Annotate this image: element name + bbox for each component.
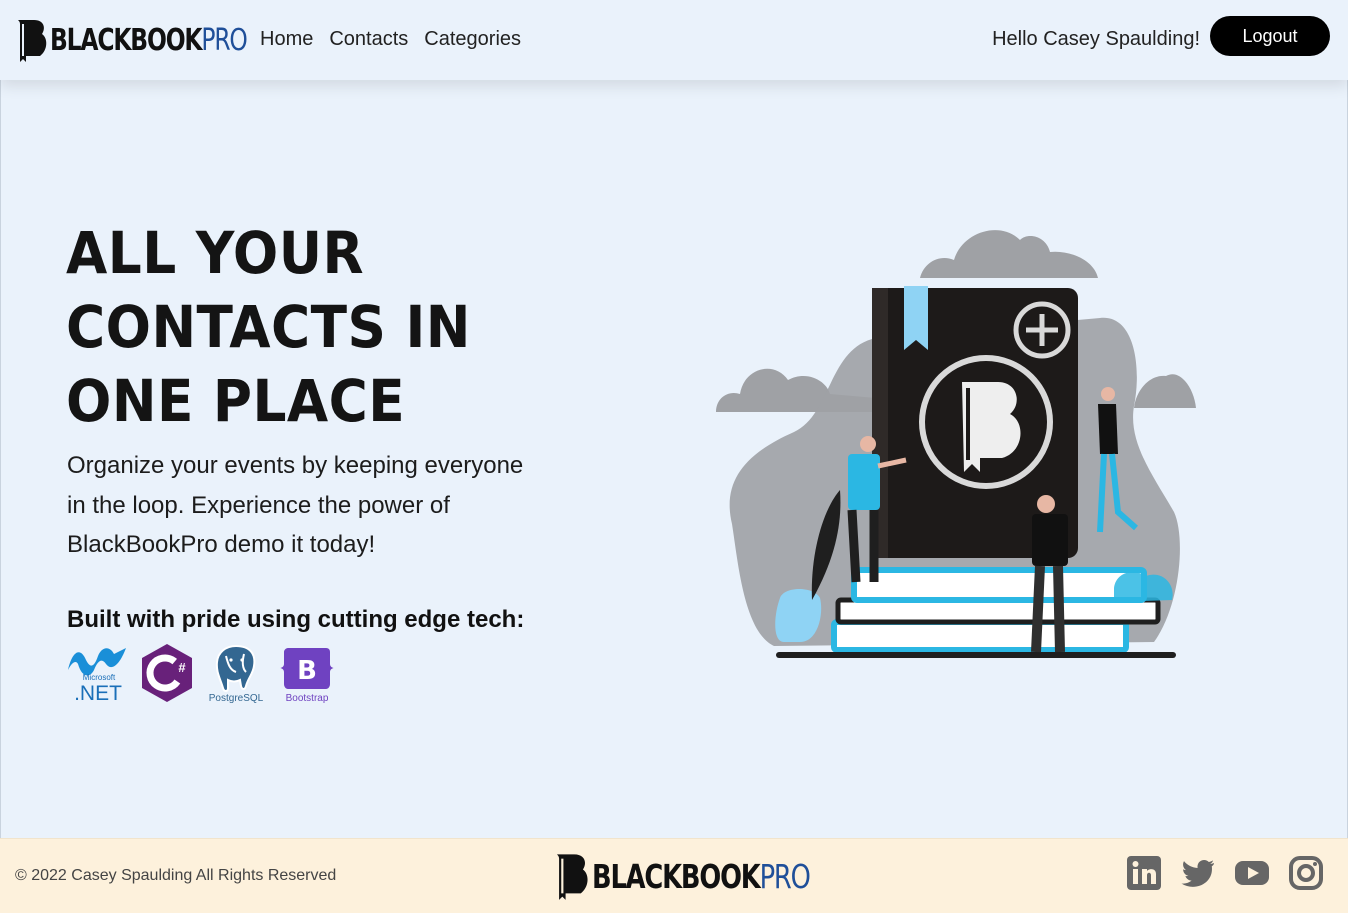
nav-home-link[interactable]: Home xyxy=(252,26,321,53)
hero-subtitle: Organize your events by keeping everyone… xyxy=(67,452,524,558)
copyright-text: © 2022 Casey Spaulding All Rights Reserv… xyxy=(15,867,337,884)
svg-text:#: # xyxy=(178,660,186,675)
hero-title-line: CONTACTS IN xyxy=(66,293,471,361)
social-links xyxy=(1126,855,1324,891)
brand-wordmark: BLACKBOOKPRO xyxy=(592,856,811,896)
nav-categories-link[interactable]: Categories xyxy=(416,26,529,53)
book-logo-icon xyxy=(18,20,47,62)
cloud-shape xyxy=(1134,374,1196,408)
person-figure xyxy=(848,454,880,510)
csharp-logo-icon: # xyxy=(142,644,192,702)
person-figure xyxy=(1032,514,1068,566)
user-greeting: Hello Casey Spaulding! xyxy=(992,28,1200,50)
book-shape xyxy=(831,619,1129,653)
footer-brand-logo[interactable]: BLACKBOOKPRO xyxy=(552,851,871,901)
hero-title-line: ALL YOUR xyxy=(66,219,365,287)
svg-text:PostgreSQL: PostgreSQL xyxy=(209,693,264,704)
bootstrap-logo-icon: B Bootstrap xyxy=(280,648,334,704)
youtube-icon[interactable] xyxy=(1234,855,1270,891)
svg-text:Microsoft: Microsoft xyxy=(83,673,116,682)
book-logo-icon xyxy=(556,854,588,900)
svg-text:.NET: .NET xyxy=(74,682,122,704)
instagram-icon[interactable] xyxy=(1288,855,1324,891)
logout-button[interactable]: Logout xyxy=(1210,16,1330,56)
twitter-icon[interactable] xyxy=(1180,855,1216,891)
ground-line xyxy=(776,652,1176,658)
linkedin-icon[interactable] xyxy=(1126,855,1162,891)
svg-text:Bootstrap: Bootstrap xyxy=(286,693,329,704)
dotnet-logo-icon: Microsoft .NET xyxy=(68,648,126,704)
tech-heading: Built with pride using cutting edge tech… xyxy=(67,606,525,633)
book-shape xyxy=(851,567,1147,603)
book-shape xyxy=(835,597,1161,625)
hero-title-line: ONE PLACE xyxy=(66,367,406,435)
svg-text:B: B xyxy=(297,656,317,686)
person-figure xyxy=(1098,404,1118,454)
postgresql-logo-icon: PostgreSQL xyxy=(209,644,264,704)
tech-logos: Microsoft .NET # PostgreSQL B Bootstrap xyxy=(66,642,338,704)
nav-links: Home Contacts Categories xyxy=(252,26,529,53)
brand-wordmark: BLACKBOOKPRO xyxy=(50,22,248,58)
hero-title: ALL YOUR CONTACTS IN ONE PLACE xyxy=(66,216,544,438)
navbar: BLACKBOOKPRO Home Contacts Categories He… xyxy=(0,0,1348,80)
cloud-shape xyxy=(920,230,1098,278)
footer: © 2022 Casey Spaulding All Rights Reserv… xyxy=(0,838,1348,913)
nav-contacts-link[interactable]: Contacts xyxy=(321,26,416,53)
hero-illustration xyxy=(716,230,1196,658)
